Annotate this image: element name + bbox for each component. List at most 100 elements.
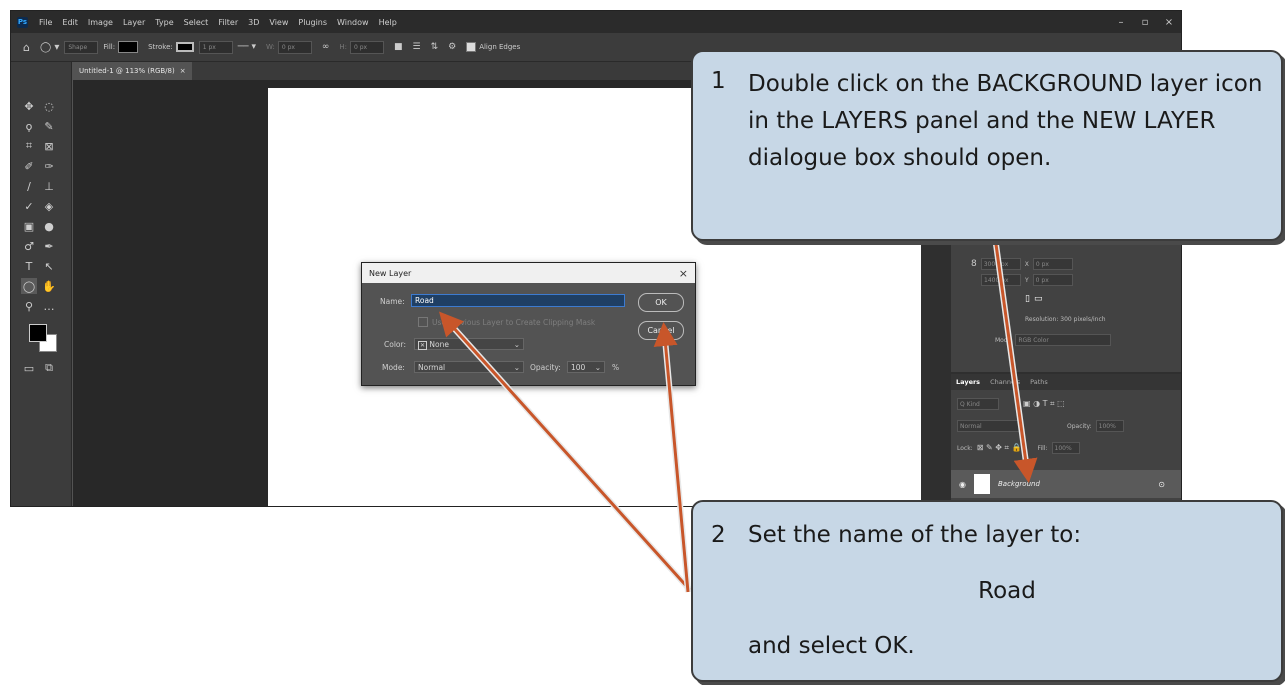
visibility-eye-icon[interactable]: ◉	[959, 480, 966, 489]
path-arrangement-icon[interactable]: ⇅	[431, 42, 439, 52]
ellipse-tool-icon[interactable]: ◯	[21, 278, 37, 294]
dodge-tool-icon[interactable]: ♂	[21, 238, 37, 254]
maximize-icon[interactable]: ▫	[1133, 11, 1157, 33]
quick-mask-icon[interactable]: ▭	[21, 360, 37, 376]
filter-icons[interactable]: ▣ ◑ T ⌗ ⬚	[1023, 399, 1065, 409]
home-icon[interactable]: ⌂	[23, 41, 30, 54]
stroke-type-dropdown[interactable]: ── ▾	[238, 42, 256, 52]
properties-h-field[interactable]: 1400 px	[981, 274, 1021, 286]
layer-kind-filter[interactable]: Q Kind	[957, 398, 999, 410]
path-alignment-icon[interactable]: ☰	[413, 42, 421, 52]
opacity-input[interactable]: 100 ⌄	[567, 361, 605, 373]
move-tool-icon[interactable]: ✥	[21, 98, 37, 114]
stamp-tool-icon[interactable]: ⊥	[41, 178, 57, 194]
cancel-button[interactable]: Cancel	[638, 321, 684, 340]
w-field[interactable]: 0 px	[277, 40, 312, 54]
fill-label: Fill:	[103, 43, 116, 51]
link-icon[interactable]: ∞	[322, 42, 330, 52]
close-window-icon[interactable]: ×	[1157, 11, 1181, 33]
stroke-width-field[interactable]: 1 px	[198, 40, 233, 54]
document-tab-close-icon[interactable]: ×	[180, 67, 186, 75]
layer-name-input[interactable]: Road	[411, 294, 625, 307]
tab-channels[interactable]: Channels	[985, 378, 1025, 386]
link-dimensions-icon[interactable]: 8	[971, 259, 977, 269]
layers-panel: Layers Channels Paths Q Kind ▣ ◑ T ⌗ ⬚ N…	[951, 374, 1181, 506]
history-brush-tool-icon[interactable]: ✓	[21, 198, 37, 214]
layer-filter-row: Q Kind ▣ ◑ T ⌗ ⬚	[957, 398, 1065, 410]
ellipse-tool-preset-icon[interactable]: ◯ ▾	[40, 42, 59, 53]
zoom-tool-icon[interactable]: ⚲	[21, 298, 37, 314]
marquee-tool-icon[interactable]: ◌	[41, 98, 57, 114]
pen-tool-icon[interactable]: ✒	[41, 238, 57, 254]
mode-dropdown[interactable]: Normal ⌄	[414, 361, 524, 373]
crop-tool-icon[interactable]: ⌗	[21, 138, 37, 154]
menu-file[interactable]: File	[34, 18, 57, 27]
mode-dropdown[interactable]: RGB Color	[1015, 334, 1112, 346]
stroke-swatch[interactable]	[175, 42, 194, 52]
quick-select-tool-icon[interactable]: ✎	[41, 118, 57, 134]
portrait-icon[interactable]: ▯	[1025, 294, 1030, 304]
fill-swatch[interactable]	[118, 41, 139, 53]
tab-paths[interactable]: Paths	[1025, 378, 1053, 386]
dialog-title: New Layer	[369, 268, 412, 278]
menu-help[interactable]: Help	[374, 18, 402, 27]
hand-tool-icon[interactable]: ✋	[41, 278, 57, 294]
properties-w-field[interactable]: 3000 px	[980, 258, 1021, 270]
screen-mode-icon[interactable]: ⧉	[41, 360, 57, 376]
menu-edit[interactable]: Edit	[57, 18, 83, 27]
landscape-icon[interactable]: ▭	[1034, 294, 1043, 304]
align-edges-checkbox[interactable]	[466, 42, 477, 52]
menu-window[interactable]: Window	[332, 18, 374, 27]
properties-y-field[interactable]: 0 px	[1032, 274, 1073, 286]
photoshop-logo-icon: Ps	[17, 16, 28, 28]
clipping-mask-checkbox[interactable]	[418, 317, 428, 327]
background-layer-thumbnail[interactable]	[973, 474, 990, 494]
foreground-color-swatch[interactable]	[29, 324, 47, 342]
path-operations-icon[interactable]: ■	[394, 42, 403, 52]
w-label: W:	[265, 43, 275, 51]
brush-tool-icon[interactable]: ∕	[21, 178, 37, 194]
lock-icons[interactable]: ⊠ ✎ ✥ ⌗ 🔒	[977, 443, 1022, 453]
menu-plugins[interactable]: Plugins	[293, 18, 332, 27]
type-tool-icon[interactable]: T	[21, 258, 37, 274]
menu-3d[interactable]: 3D	[243, 18, 264, 27]
menu-image[interactable]: Image	[83, 18, 118, 27]
color-dropdown[interactable]: ✕ None ⌄	[414, 338, 524, 350]
menu-select[interactable]: Select	[179, 18, 214, 27]
gradient-tool-icon[interactable]: ▣	[21, 218, 37, 234]
eyedropper-tool-icon[interactable]: ✐	[21, 158, 37, 174]
properties-x-field[interactable]: 0 px	[1032, 258, 1073, 270]
h-label: H:	[339, 43, 347, 51]
menu-layer[interactable]: Layer	[118, 18, 150, 27]
frame-tool-icon[interactable]: ⊠	[41, 138, 57, 154]
h-field[interactable]: 0 px	[349, 40, 384, 54]
dialog-close-icon[interactable]: ×	[679, 267, 688, 280]
blend-mode-dropdown[interactable]: Normal	[957, 420, 1023, 432]
more-tools-icon[interactable]: …	[41, 298, 57, 314]
gear-icon[interactable]: ⚙	[448, 42, 456, 52]
healing-brush-tool-icon[interactable]: ✑	[41, 158, 57, 174]
layer-lock-icon: ⊙	[1158, 479, 1165, 489]
opacity-field[interactable]: 100%	[1095, 420, 1124, 432]
path-select-tool-icon[interactable]: ↖	[41, 258, 57, 274]
background-layer-row[interactable]: ◉ Background ⊙	[951, 470, 1181, 498]
document-tab[interactable]: Untitled-1 @ 113% (RGB/8) ×	[73, 62, 192, 80]
minimize-icon[interactable]: –	[1109, 11, 1133, 33]
background-layer-name[interactable]: Background	[998, 480, 1040, 488]
tab-layers[interactable]: Layers	[951, 378, 985, 386]
clipping-mask-option[interactable]: Use Previous Layer to Create Clipping Ma…	[418, 317, 595, 327]
clipping-mask-label: Use Previous Layer to Create Clipping Ma…	[432, 317, 596, 327]
eraser-tool-icon[interactable]: ◈	[41, 198, 57, 214]
ok-button[interactable]: OK	[638, 293, 684, 312]
lasso-tool-icon[interactable]: ϙ	[21, 118, 37, 134]
tool-mode-select[interactable]: Shape	[64, 40, 99, 54]
blur-tool-icon[interactable]: ●	[41, 218, 57, 234]
menu-type[interactable]: Type	[150, 18, 178, 27]
orientation-row: ▯ ▭	[1025, 294, 1042, 304]
new-layer-dialog: New Layer × Name: Road Use Previous Laye…	[361, 262, 696, 386]
menu-filter[interactable]: Filter	[213, 18, 243, 27]
menu-bar: Ps File Edit Image Layer Type Select Fil…	[11, 11, 1181, 33]
fill-field[interactable]: 100%	[1051, 442, 1080, 454]
resolution-text: Resolution: 300 pixels/inch	[1025, 316, 1106, 323]
menu-view[interactable]: View	[264, 18, 293, 27]
